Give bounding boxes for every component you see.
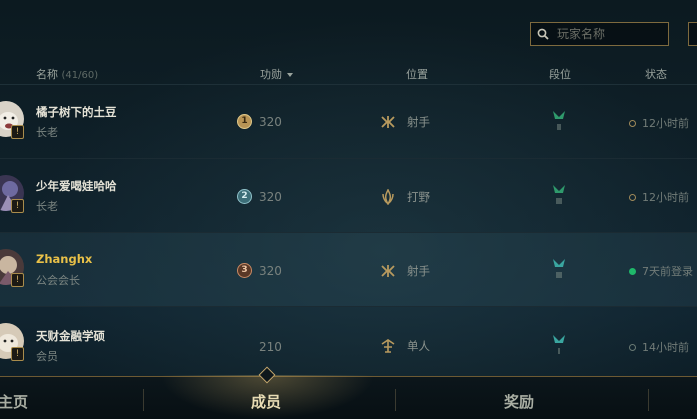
honor-rank-3-icon: 3 bbox=[237, 263, 252, 278]
member-rank: 长老 bbox=[36, 200, 58, 213]
tier-icon bbox=[552, 333, 566, 361]
honor-value: 320 bbox=[259, 189, 282, 204]
filter-button[interactable] bbox=[688, 22, 697, 46]
online-dot-icon bbox=[629, 267, 636, 275]
honor-cell: 2 320 bbox=[237, 189, 282, 204]
honor-rank-2-icon: 2 bbox=[237, 189, 252, 204]
player-search-box[interactable] bbox=[530, 22, 669, 46]
jungle-role-icon bbox=[382, 189, 394, 205]
col-position[interactable]: 位置 bbox=[406, 66, 428, 82]
tier-icon bbox=[552, 183, 566, 211]
member-name: Zhanghx bbox=[36, 252, 93, 266]
leader-badge-icon: ! bbox=[11, 273, 24, 287]
nav-divider bbox=[143, 389, 144, 411]
col-tier[interactable]: 段位 bbox=[549, 66, 571, 82]
member-name: 天财金融学硕 bbox=[36, 329, 105, 343]
status-cell: 14小时前 bbox=[629, 339, 689, 355]
marksman-role-icon bbox=[381, 265, 395, 277]
member-rank: 长老 bbox=[36, 126, 58, 139]
status-cell: 12小时前 bbox=[629, 115, 689, 131]
position-label: 单人 bbox=[407, 339, 430, 353]
tier-icon bbox=[552, 257, 566, 285]
leader-badge-icon: ! bbox=[11, 199, 24, 213]
member-rank: 会员 bbox=[36, 350, 58, 363]
status-text: 7天前登录 bbox=[642, 265, 693, 278]
status-text: 12小时前 bbox=[642, 117, 689, 130]
col-honor[interactable]: 功勋 bbox=[260, 66, 293, 82]
position-label: 打野 bbox=[407, 190, 430, 204]
search-input[interactable] bbox=[555, 26, 659, 42]
honor-value: 320 bbox=[259, 263, 282, 278]
bottom-nav: 主页 成员 奖励 bbox=[0, 366, 697, 419]
member-row[interactable]: ! 少年爱喝娃哈哈 长老 2 320 打野 12小时前 bbox=[0, 159, 697, 233]
leader-badge-icon: ! bbox=[11, 347, 24, 361]
col-name[interactable]: 名称 (41/60) bbox=[36, 66, 98, 82]
leader-badge-icon: ! bbox=[11, 125, 24, 139]
search-icon bbox=[537, 28, 549, 40]
offline-dot-icon bbox=[629, 193, 636, 201]
offline-dot-icon bbox=[629, 119, 636, 127]
tab-members[interactable]: 成员 bbox=[251, 391, 281, 412]
nav-divider bbox=[395, 389, 396, 411]
honor-value: 210 bbox=[259, 339, 282, 354]
tab-rewards[interactable]: 奖励 bbox=[504, 391, 534, 412]
honor-cell: 1 320 bbox=[237, 114, 282, 129]
top-lane-role-icon bbox=[381, 339, 395, 353]
sort-desc-icon bbox=[287, 73, 293, 77]
position-label: 射手 bbox=[407, 115, 430, 129]
member-row[interactable]: ! 天财金融学硕 会员 210 单人 14小时前 bbox=[0, 307, 697, 381]
member-name: 少年爱喝娃哈哈 bbox=[36, 179, 117, 193]
tier-icon bbox=[552, 109, 566, 137]
member-count: (41/60) bbox=[61, 70, 99, 81]
honor-value: 320 bbox=[259, 114, 282, 129]
tab-home[interactable]: 主页 bbox=[0, 391, 28, 412]
marksman-role-icon bbox=[381, 116, 395, 128]
position-cell: 打野 bbox=[380, 189, 430, 205]
status-cell: 12小时前 bbox=[629, 189, 689, 205]
honor-rank-1-icon: 1 bbox=[237, 114, 252, 129]
status-text: 12小时前 bbox=[642, 191, 689, 204]
honor-cell: 3 320 bbox=[237, 263, 282, 278]
status-cell: 7天前登录 bbox=[629, 263, 693, 279]
offline-dot-icon bbox=[629, 343, 636, 351]
honor-cell: 210 bbox=[237, 339, 282, 354]
position-cell: 射手 bbox=[380, 114, 430, 130]
status-text: 14小时前 bbox=[642, 341, 689, 354]
member-row[interactable]: ! 橘子树下的土豆 长老 1 320 射手 12小时前 bbox=[0, 85, 697, 159]
nav-divider bbox=[648, 389, 649, 411]
col-status[interactable]: 状态 bbox=[645, 66, 667, 82]
member-table-header: 名称 (41/60) 功勋 位置 段位 状态 bbox=[0, 64, 697, 82]
member-row-selected[interactable]: ! Zhanghx 公会会长 3 320 射手 7天前登录 bbox=[0, 233, 697, 307]
member-name: 橘子树下的土豆 bbox=[36, 105, 117, 119]
position-label: 射手 bbox=[407, 264, 430, 278]
member-rank: 公会会长 bbox=[36, 274, 80, 287]
position-cell: 射手 bbox=[380, 263, 430, 279]
position-cell: 单人 bbox=[380, 338, 430, 354]
